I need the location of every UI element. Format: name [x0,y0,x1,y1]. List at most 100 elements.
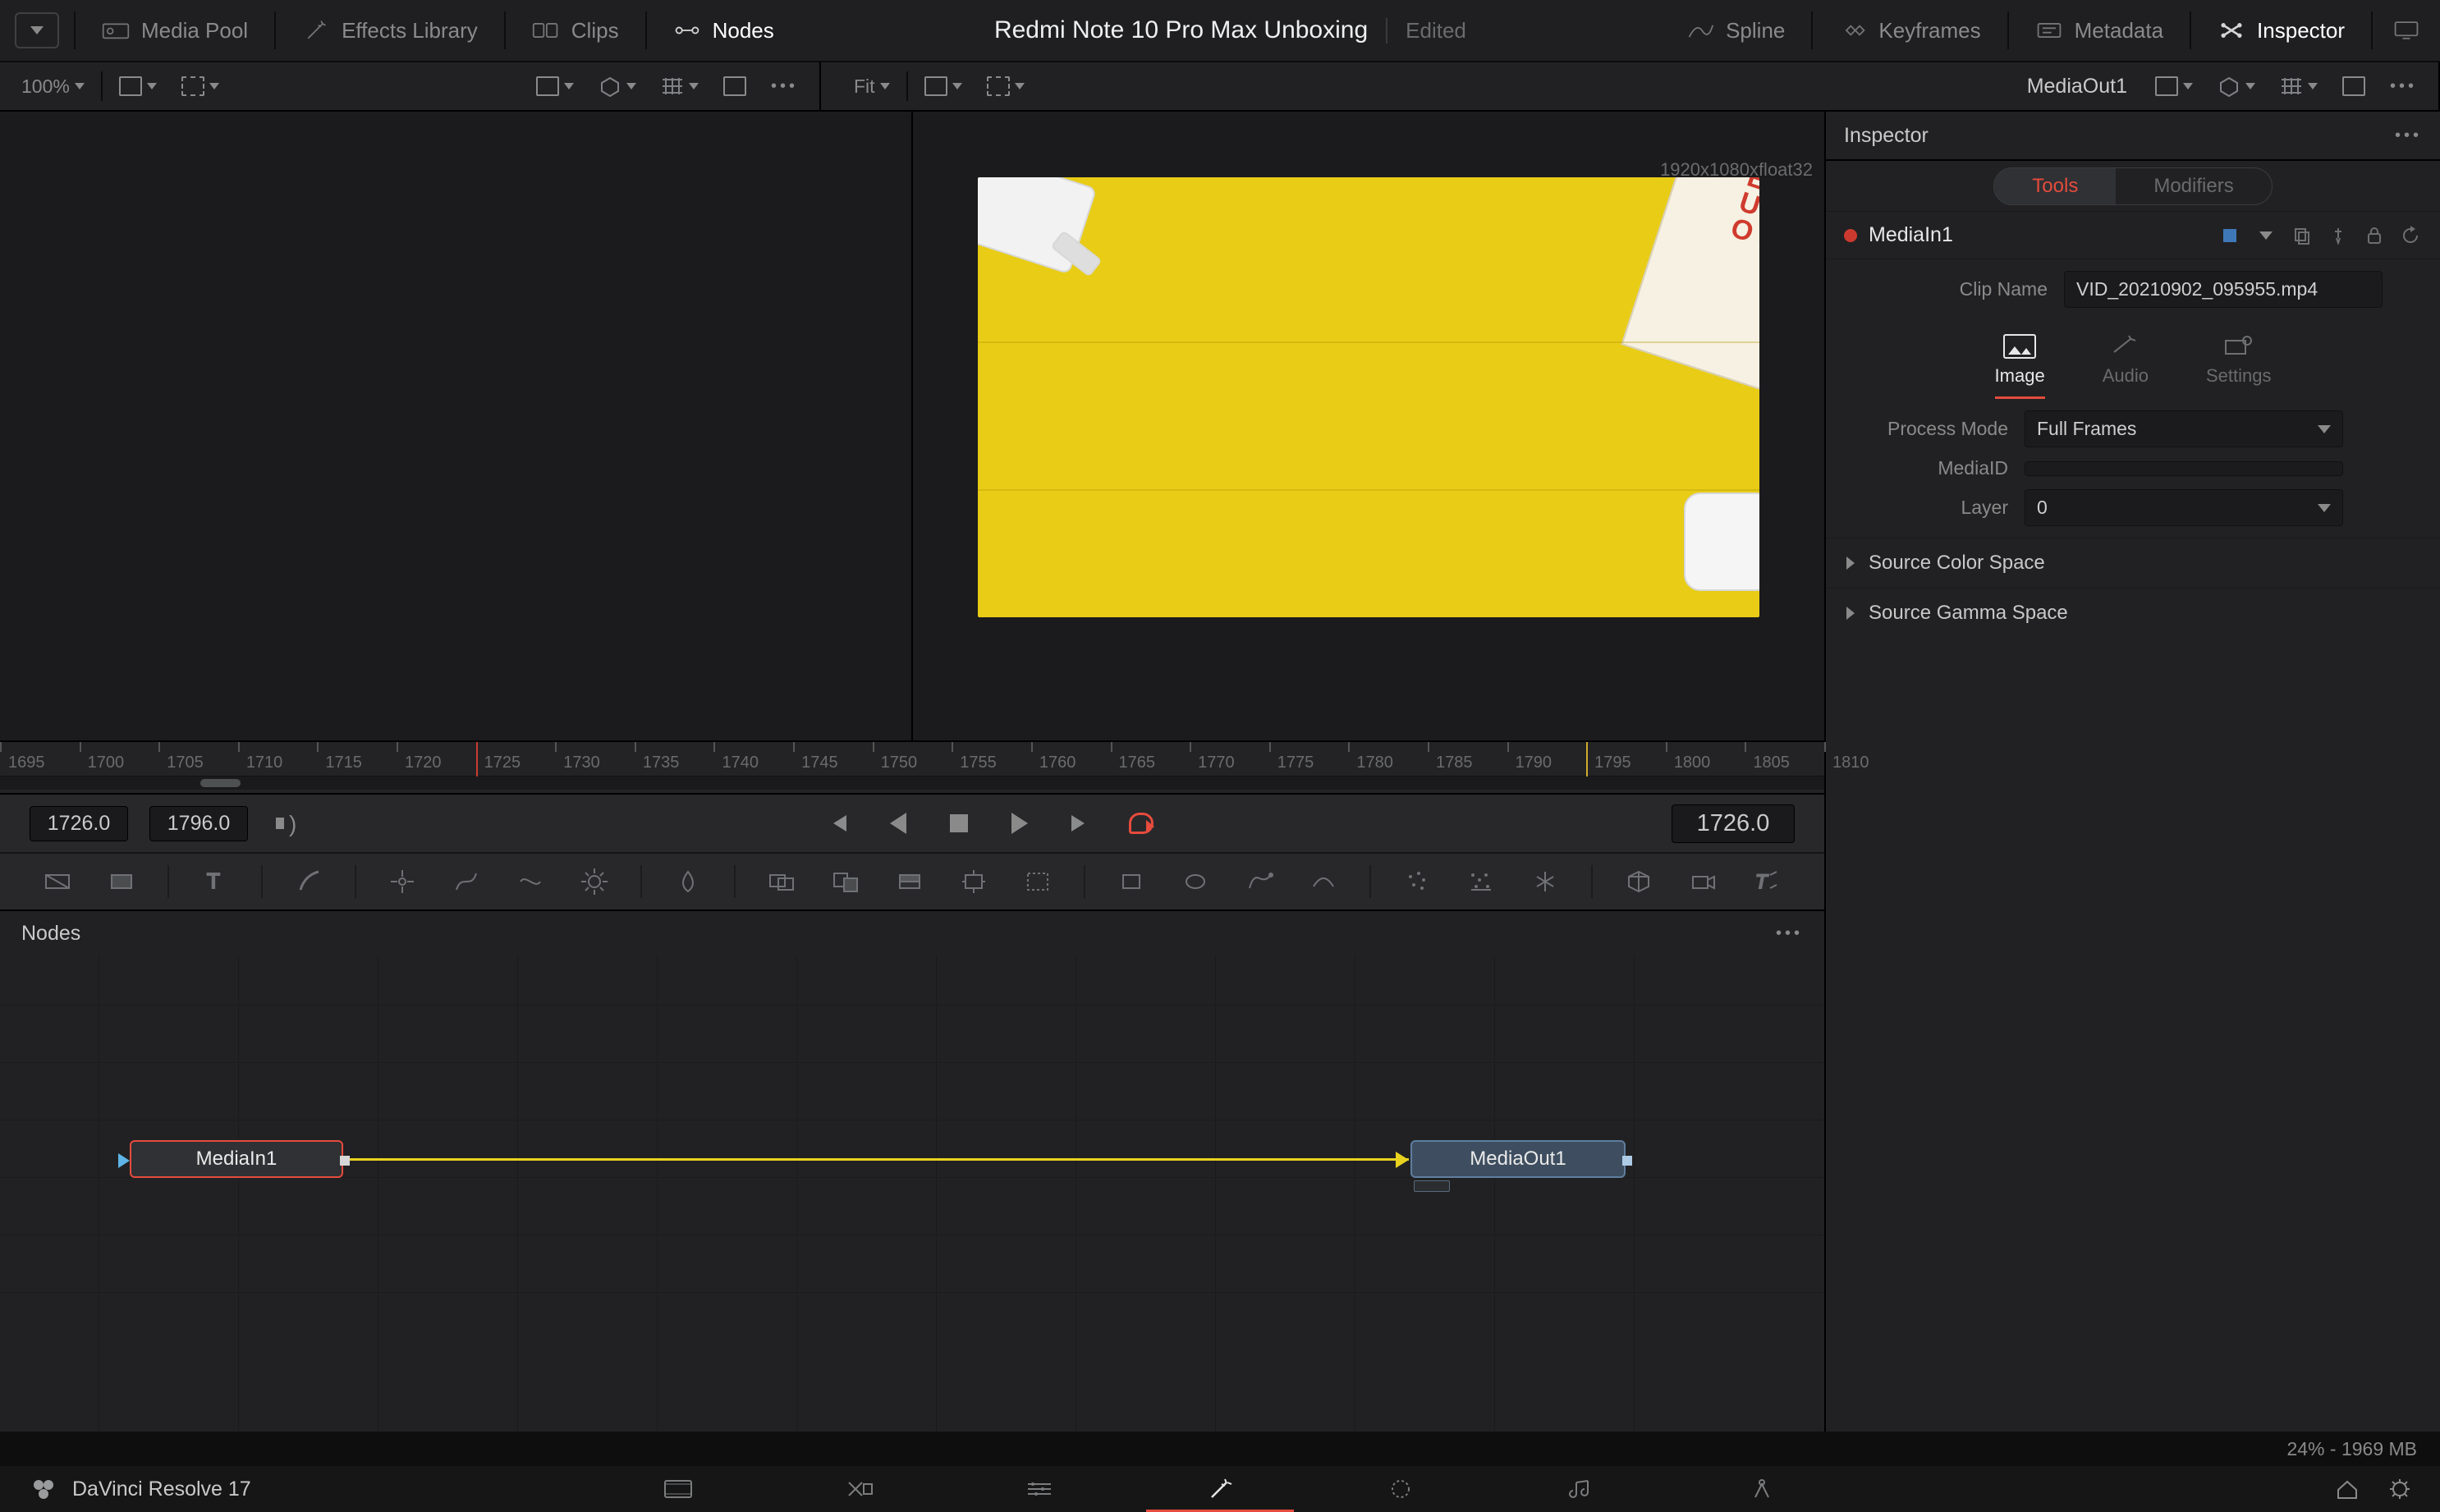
inspector-subtab-settings[interactable]: Settings [2206,334,2272,399]
bspline-mask-tool[interactable] [1305,864,1342,900]
viewer1-layout2[interactable] [173,71,227,101]
colorcurves-tool[interactable] [448,864,484,900]
out-time[interactable]: 1796.0 [149,806,248,841]
fullscreen-toggle[interactable] [2387,11,2425,49]
ruler-scrollbar[interactable] [0,777,1824,790]
viewer1-opt2[interactable] [590,71,644,102]
go-start[interactable] [819,804,856,842]
blur-tool[interactable] [670,864,706,900]
viewer2-source[interactable]: MediaOut1 [2016,75,2139,99]
audio-toggle[interactable] [269,804,307,842]
reset-icon[interactable] [2399,224,2422,247]
play[interactable] [1001,804,1039,842]
page-edit[interactable] [949,1466,1130,1512]
wire-arrow-icon [1396,1152,1409,1168]
inspector-subtab-audio[interactable]: Audio [2103,334,2149,399]
viewer1-opt4[interactable] [715,71,754,101]
mediaid-field[interactable] [2025,461,2343,476]
workspace-switcher[interactable] [15,12,59,48]
inspector-subtab-image[interactable]: Image [1995,334,2045,399]
stop[interactable] [940,804,978,842]
metadata-toggle[interactable]: Metadata [2024,11,2175,50]
3d-camera-tool[interactable] [1685,864,1721,900]
page-fusion[interactable] [1130,1466,1310,1512]
page-color[interactable] [1310,1466,1491,1512]
effects-library-toggle[interactable]: Effects Library [291,11,489,50]
inspector-more[interactable]: ••• [2395,126,2422,145]
node-graph[interactable]: MediaIn1 MediaOut1 [0,955,1824,1466]
current-time[interactable]: 1726.0 [1672,804,1795,843]
page-cut[interactable] [768,1466,949,1512]
particles3-tool[interactable] [1527,864,1563,900]
merge-tool[interactable] [828,864,864,900]
viewer2-opt3[interactable] [2272,71,2326,101]
fastnoise-tool[interactable] [103,864,140,900]
nodes-toggle[interactable]: Nodes [662,11,786,50]
particles2-tool[interactable] [1463,864,1499,900]
ellipse-mask-tool[interactable] [1177,864,1213,900]
paint-tool[interactable] [291,864,327,900]
transform-tool[interactable] [956,864,992,900]
node-mediaout[interactable]: MediaOut1 [1410,1140,1626,1178]
viewer1-opt3[interactable] [653,71,707,101]
spline-toggle[interactable]: Spline [1675,11,1796,50]
nodes-panel-more[interactable]: ••• [1776,924,1803,943]
scroll-thumb[interactable] [200,779,241,787]
page-media[interactable] [588,1466,768,1512]
channelbool-tool[interactable] [764,864,800,900]
viewer2-layout1[interactable] [916,71,970,101]
clips-toggle[interactable]: Clips [521,11,631,50]
3d-shape-tool[interactable] [1621,864,1657,900]
step-back[interactable] [879,804,917,842]
3d-text-tool[interactable]: T [1749,864,1785,900]
tracker-tool[interactable] [384,864,420,900]
viewer1-opt1[interactable] [528,71,582,101]
viewer-right[interactable]: 1920x1080xfloat32 E RU RO S [913,112,1824,740]
viewer2-opt1[interactable] [2147,71,2201,101]
polygon-mask-tool[interactable] [1241,864,1277,900]
in-time[interactable]: 1726.0 [30,806,128,841]
home-button[interactable] [2335,1478,2358,1501]
viewer1-zoom[interactable]: 100% [13,71,93,103]
enable-dot-icon[interactable] [1844,229,1857,242]
lock-icon[interactable] [2363,224,2386,247]
pin-icon[interactable] [2327,224,2350,247]
inspector-tab-modifiers[interactable]: Modifiers [2116,168,2271,204]
huecurves-tool[interactable] [512,864,548,900]
versions-dropdown[interactable] [2254,224,2277,247]
loop-toggle[interactable] [1122,804,1160,842]
copy-icon[interactable] [2291,224,2314,247]
process-mode-select[interactable]: Full Frames [2025,410,2343,447]
viewer-left[interactable] [0,112,913,740]
clip-name-field[interactable]: VID_20210902_095955.mp4 [2064,271,2383,308]
matte-tool[interactable] [892,864,928,900]
viewer2-opt4[interactable] [2334,71,2373,101]
project-settings-button[interactable] [2387,1478,2410,1501]
resize-tool[interactable] [1020,864,1056,900]
memory-status: 24% - 1969 MB [2286,1438,2417,1460]
viewer2-more[interactable]: ••• [2382,72,2425,101]
inspector-tab-tools[interactable]: Tools [1994,168,2116,204]
viewer1-layout1[interactable] [111,71,165,101]
keyframes-toggle[interactable]: Keyframes [1828,11,1992,50]
node-mediain[interactable]: MediaIn1 [130,1140,343,1178]
viewer2-layout2[interactable] [979,71,1033,101]
go-end[interactable] [1062,804,1099,842]
inspector-toggle[interactable]: Inspector [2206,11,2356,50]
viewer2-fit[interactable]: Fit [846,71,898,103]
layer-select[interactable]: 0 [2025,489,2343,526]
brightness-tool[interactable] [576,864,612,900]
time-ruler[interactable]: 1695170017051710171517201725173017351740… [0,742,1824,777]
color-swatch[interactable] [2218,224,2241,247]
page-deliver[interactable] [1672,1466,1852,1512]
background-tool[interactable] [39,864,76,900]
section-source-gamma[interactable]: Source Gamma Space [1826,588,2440,638]
viewer2-opt2[interactable] [2209,71,2263,102]
media-pool-toggle[interactable]: Media Pool [90,11,259,50]
rectangle-mask-tool[interactable] [1113,864,1149,900]
page-fairlight[interactable] [1491,1466,1672,1512]
particles1-tool[interactable] [1399,864,1435,900]
text-tool[interactable]: T [197,864,233,900]
viewer1-more[interactable]: ••• [763,72,806,101]
section-source-color[interactable]: Source Color Space [1826,538,2440,588]
